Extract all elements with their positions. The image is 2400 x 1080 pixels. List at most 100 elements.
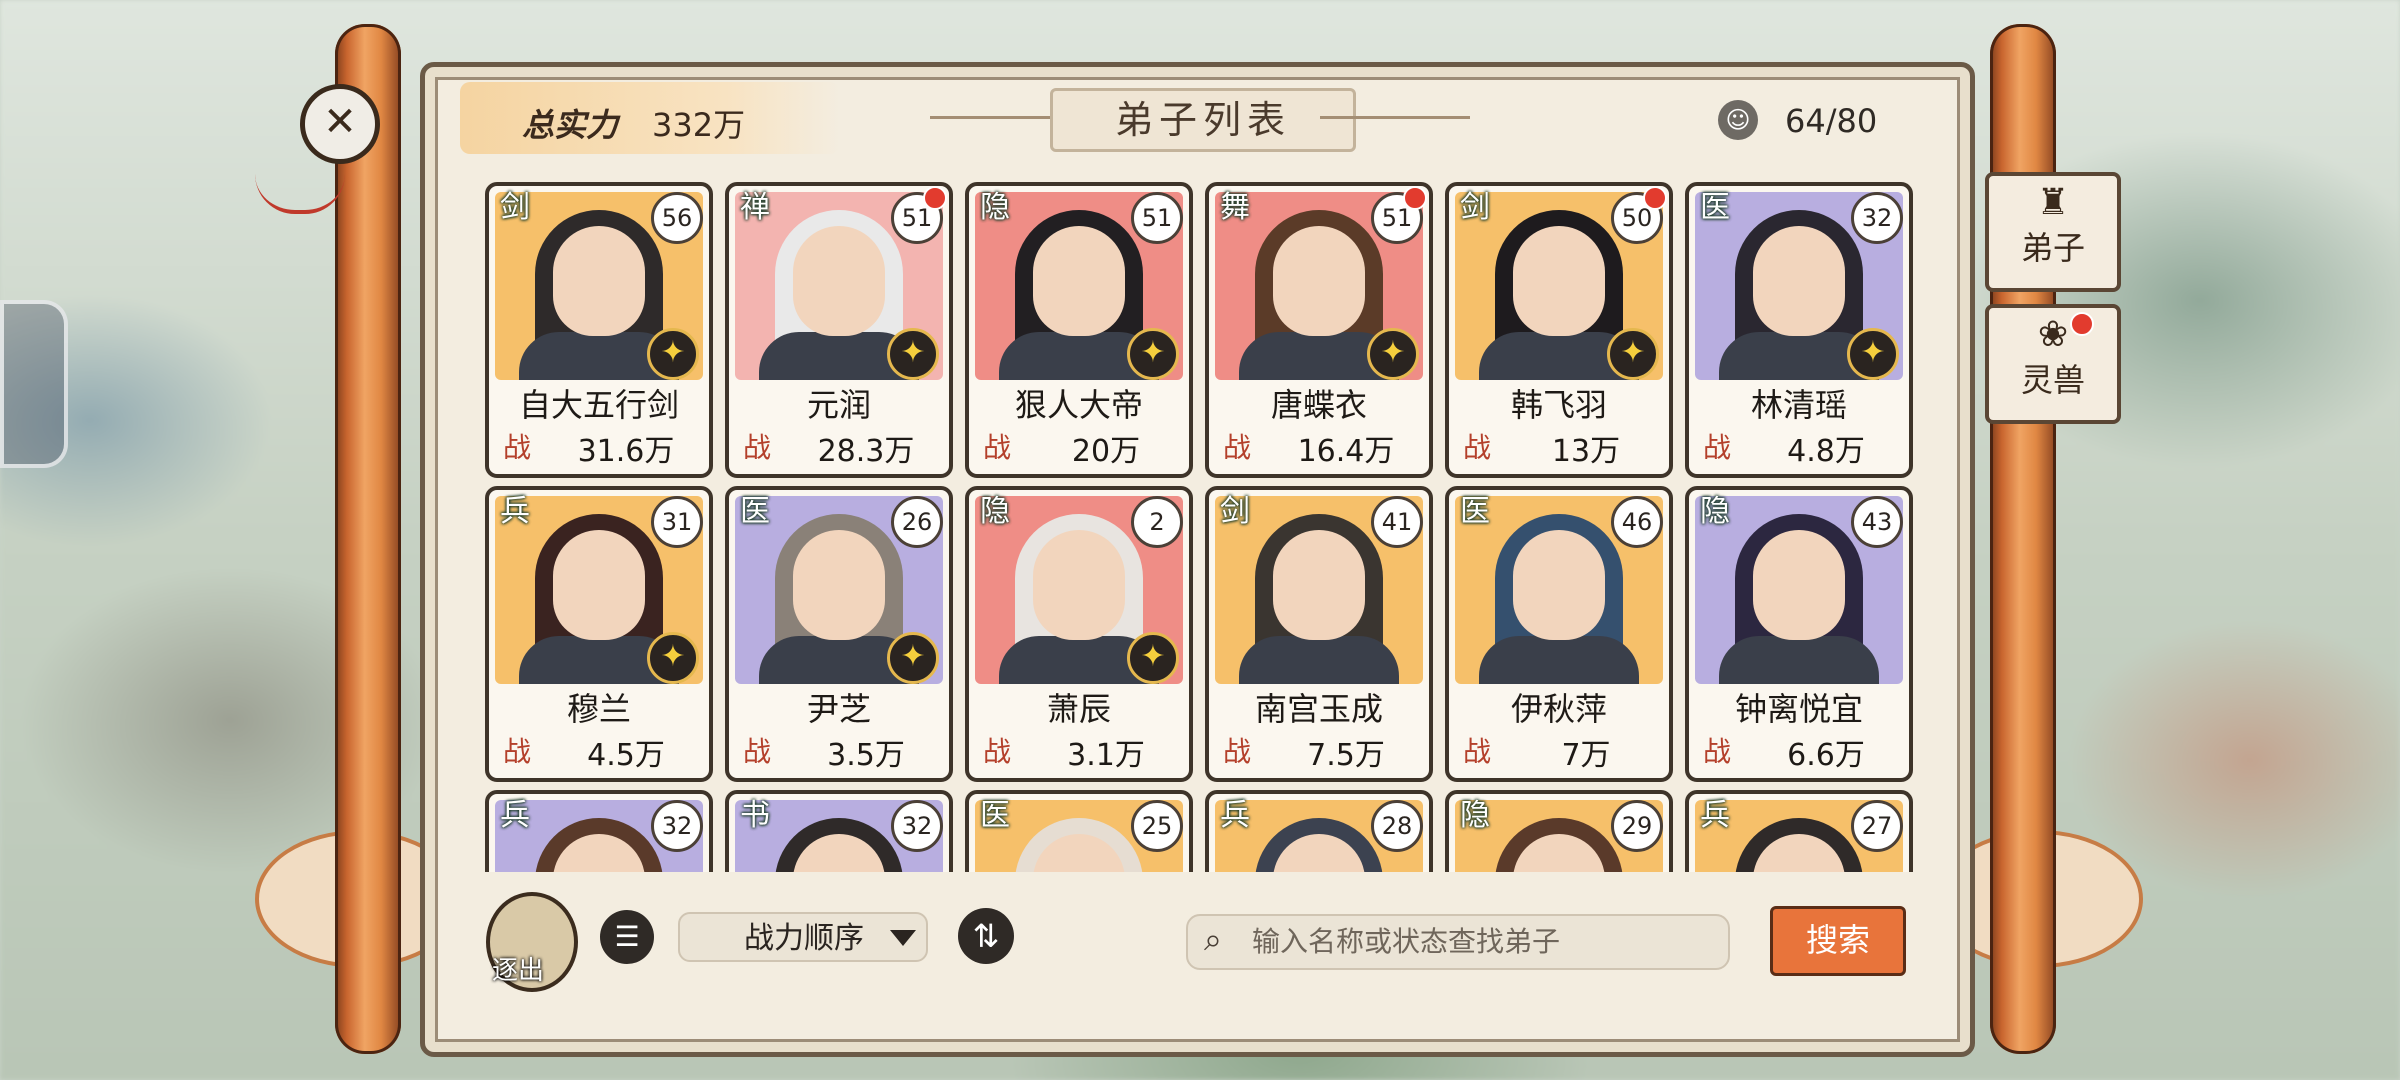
portrait-face [1273,226,1365,336]
disciple-card[interactable]: 兵 32 [485,790,713,872]
expel-label: 逐出 [492,956,545,986]
class-tag: 剑 [1220,494,1250,529]
disciple-card[interactable]: 舞 51 ✦ 唐蝶衣战 16.4万 [1205,182,1433,478]
power-prefix: 战 [1463,735,1492,768]
level-badge: 31 [651,496,703,548]
title-ornament-right [1320,116,1470,119]
disciple-card[interactable]: 兵 31 ✦ 穆兰战 4.5万 [485,486,713,782]
power-prefix: 战 [503,735,532,768]
disciple-card[interactable]: 书 32 [725,790,953,872]
disciple-power: 16.4万 [1297,434,1395,469]
left-edge-panel [0,300,68,468]
tab-spirit-beasts[interactable]: ❀ 灵兽 [1985,304,2121,424]
disciple-name: 唐蝶衣 [1270,386,1367,424]
disciple-grid[interactable]: 剑 56 ✦ 自大五行剑战 31.6万 禅 51 ✦ 元润战 28.3万隐 51 ✦ 狠人大帝战 20万舞… [485,182,1925,872]
disciple-card[interactable]: 隐 43 钟离悦宜战 6.6万 [1685,486,1913,782]
tab-disciples-label: 弟子 [2020,229,2085,267]
beast-tab-alert-dot [2070,312,2094,336]
disciple-name: 穆兰 [566,690,631,728]
class-tag: 隐 [1700,494,1730,529]
portrait-face [1513,530,1605,640]
class-tag: 兵 [1220,798,1250,833]
disciple-card[interactable]: 医 32 ✦ 林清瑶战 4.8万 [1685,182,1913,478]
disciple-card[interactable]: 禅 51 ✦ 元润战 28.3万 [725,182,953,478]
search-input[interactable] [1250,918,1714,964]
search-button[interactable]: 搜索 [1770,906,1906,976]
level-badge: 32 [891,800,943,852]
power-prefix: 战 [1463,431,1492,464]
disciple-card[interactable]: 兵 27 [1685,790,1913,872]
disciple-card[interactable]: 隐 51 ✦ 狠人大帝战 20万 [965,182,1193,478]
class-tag: 兵 [1700,798,1730,833]
star-rank-icon: ✦ [1127,328,1179,380]
disciple-power: 6.6万 [1787,738,1865,773]
power-prefix: 战 [1223,735,1252,768]
portrait-face [553,530,645,640]
power-prefix: 战 [983,431,1012,464]
total-power-value: 332万 [652,106,746,144]
disciple-card[interactable]: 医 46 伊秋萍战 7万 [1445,486,1673,782]
search-icon: ⌕ [1204,920,1222,958]
disciple-card[interactable]: 兵 28 [1205,790,1433,872]
class-tag: 医 [980,798,1010,833]
class-tag: 医 [1700,190,1730,225]
power-prefix: 战 [503,431,532,464]
disciple-power: 7万 [1561,738,1611,773]
list-view-button[interactable]: ☰ [600,910,654,964]
disciple-card[interactable]: 医 26 ✦ 尹芝战 3.5万 [725,486,953,782]
class-tag: 兵 [500,798,530,833]
class-tag: 隐 [980,494,1010,529]
class-tag: 书 [740,798,770,833]
portrait-face [1753,226,1845,336]
star-rank-icon: ✦ [647,328,699,380]
level-badge: 32 [651,800,703,852]
disciple-power: 31.6万 [577,434,675,469]
disciple-name: 尹芝 [806,690,871,728]
total-power-label: 总实力 [522,106,619,144]
disciple-power: 7.5万 [1307,738,1385,773]
disciple-name: 自大五行剑 [518,386,679,424]
disciple-card[interactable]: 隐 2 ✦ 萧辰战 3.1万 [965,486,1193,782]
sort-direction-button[interactable]: ⇅ [958,908,1014,964]
power-prefix: 战 [983,735,1012,768]
level-badge: 43 [1851,496,1903,548]
close-button[interactable]: ✕ [300,84,380,164]
class-tag: 兵 [500,494,530,529]
tab-disciples[interactable]: ♜ 弟子 [1985,172,2121,292]
class-tag: 剑 [500,190,530,225]
disciple-card[interactable]: 隐 29 [1445,790,1673,872]
left-scroll-rod [335,24,401,1054]
portrait-face [553,226,645,336]
disciple-name: 萧辰 [1046,690,1111,728]
total-power-banner [460,82,840,154]
star-rank-icon: ✦ [647,632,699,684]
power-prefix: 战 [743,735,772,768]
level-badge: 41 [1371,496,1423,548]
disciple-card[interactable]: 剑 41 南宫玉成战 7.5万 [1205,486,1433,782]
title-area: 弟子列表 [930,88,1470,152]
portrait-face [793,530,885,640]
star-rank-icon: ✦ [1847,328,1899,380]
disciple-power: 28.3万 [817,434,915,469]
person-icon: ☺ [1718,100,1758,140]
portrait-body [1479,636,1639,684]
disciple-power: 4.5万 [587,738,665,773]
disciple-name: 伊秋萍 [1510,690,1607,728]
star-rank-icon: ✦ [1127,632,1179,684]
class-tag: 医 [1460,494,1490,529]
beast-emblem-icon: ❀ [2037,314,2069,355]
alert-dot [1643,186,1667,210]
level-badge: 32 [1851,192,1903,244]
level-badge: 56 [651,192,703,244]
disciple-name: 南宫玉成 [1254,690,1383,728]
disciple-card[interactable]: 医 25 [965,790,1193,872]
portrait-face [1753,530,1845,640]
list-icon: ☰ [614,920,640,953]
level-badge: 26 [891,496,943,548]
disciple-card[interactable]: 剑 50 ✦ 韩飞羽战 13万 [1445,182,1673,478]
disciple-name: 元润 [806,386,871,424]
portrait-body [1239,636,1399,684]
disciple-power: 13万 [1551,434,1621,469]
disciple-card[interactable]: 剑 56 ✦ 自大五行剑战 31.6万 [485,182,713,478]
star-rank-icon: ✦ [1607,328,1659,380]
